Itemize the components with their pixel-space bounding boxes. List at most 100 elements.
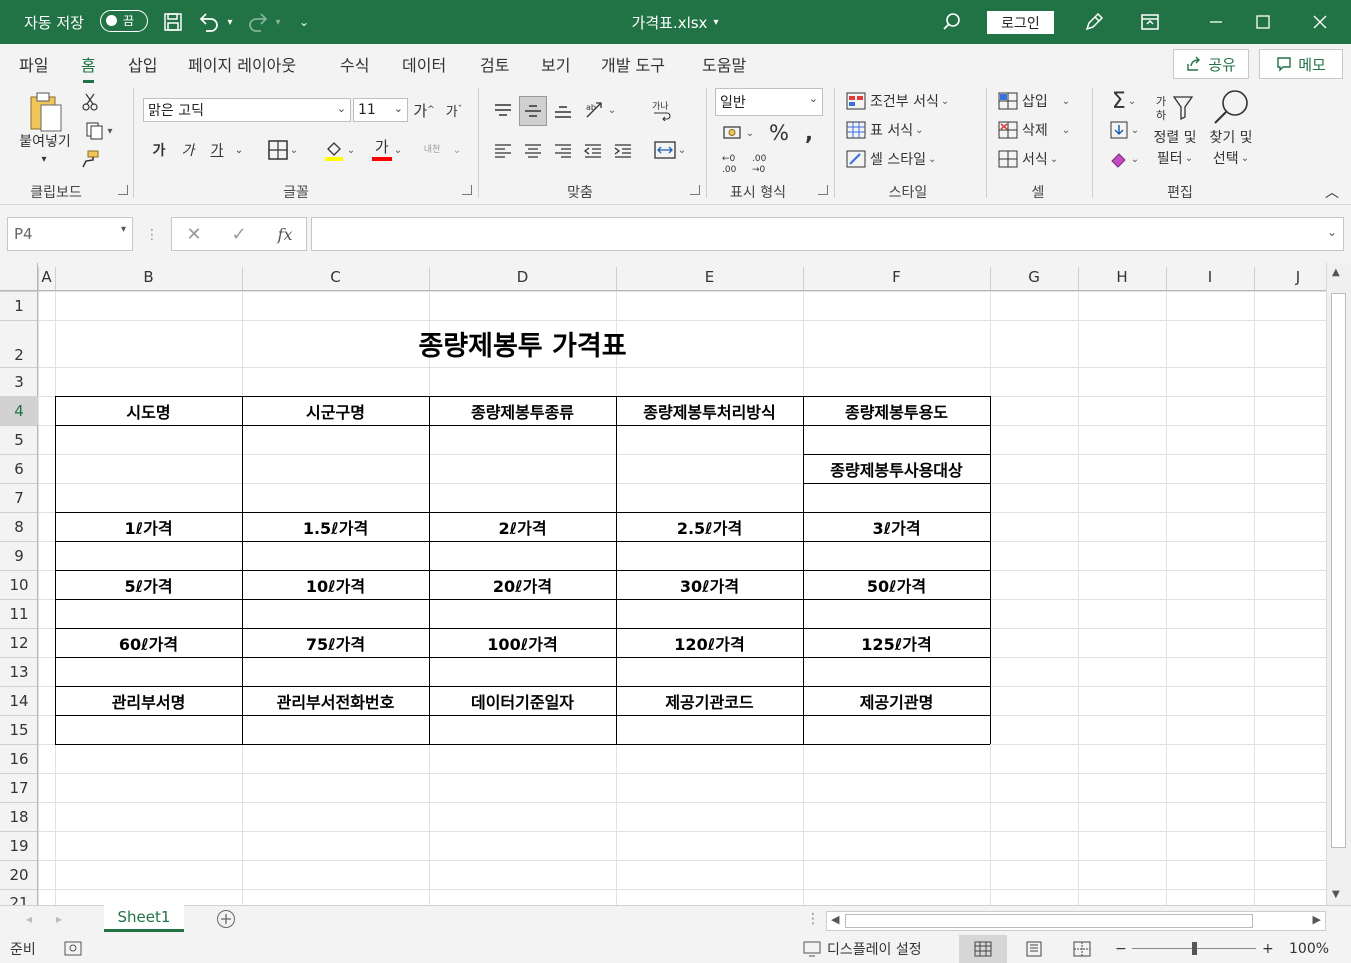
tab-page-layout[interactable]: 페이지 레이아웃	[188, 52, 296, 76]
search-icon[interactable]	[938, 8, 966, 36]
name-box[interactable]: P4 ▾	[7, 217, 133, 251]
format-as-table-button[interactable]: 표 서식 ⌄	[845, 117, 945, 143]
underline-button[interactable]: 가	[206, 138, 228, 162]
accounting-format-icon[interactable]: ⌄	[717, 120, 759, 146]
login-button[interactable]: 로그인	[987, 11, 1054, 34]
find-select-label[interactable]: 찾기 및	[1203, 128, 1259, 146]
price-header-cell[interactable]: 30ℓ가격	[616, 570, 803, 599]
row-header[interactable]: 18	[0, 802, 38, 831]
sheet-title[interactable]: 종량제봉투 가격표	[55, 320, 990, 367]
sort-filter-label-2[interactable]: 필터 ⌄	[1148, 148, 1202, 168]
price-header-cell[interactable]: 50ℓ가격	[803, 570, 990, 599]
zoom-in-icon[interactable]: +	[1262, 935, 1274, 963]
column-header[interactable]: B	[55, 263, 242, 290]
align-bottom-icon[interactable]	[550, 98, 576, 124]
add-sheet-icon[interactable]	[216, 906, 236, 932]
price-header-cell[interactable]: 3ℓ가격	[803, 512, 990, 541]
row-header[interactable]: 15	[0, 715, 38, 744]
sheet-tab-sheet1[interactable]: Sheet1	[104, 905, 184, 932]
tab-formulas[interactable]: 수식	[340, 52, 369, 76]
number-launcher-icon[interactable]	[818, 185, 828, 195]
bold-button[interactable]: 가	[148, 138, 170, 162]
tab-view[interactable]: 보기	[541, 52, 570, 76]
scroll-thumb[interactable]	[845, 914, 1253, 928]
page-break-view-icon[interactable]	[1060, 935, 1104, 963]
price-header-cell[interactable]: 75ℓ가격	[242, 628, 429, 657]
document-title[interactable]: 가격표.xlsx ▾	[560, 0, 790, 44]
borders-icon[interactable]: ⌄	[260, 136, 306, 164]
row-header[interactable]: 21	[0, 889, 38, 905]
align-left-icon[interactable]	[490, 138, 516, 164]
column-header[interactable]: A	[38, 263, 55, 290]
decrease-indent-icon[interactable]	[580, 138, 606, 164]
row-header[interactable]: 17	[0, 773, 38, 802]
paste-icon[interactable]	[22, 90, 68, 134]
fill-icon[interactable]: ⌄	[1104, 117, 1144, 143]
row-header[interactable]: 3	[0, 367, 38, 396]
tab-review[interactable]: 검토	[480, 52, 509, 76]
tab-insert[interactable]: 삽입	[128, 52, 157, 76]
tab-file[interactable]: 파일	[19, 52, 48, 76]
zoom-slider-thumb[interactable]	[1192, 942, 1197, 955]
font-name-select[interactable]: 맑은 고딕 ⌄	[143, 98, 351, 122]
row-header[interactable]: 10	[0, 570, 38, 599]
autosave-toggle[interactable]: 끔	[100, 10, 148, 32]
cut-icon[interactable]	[78, 91, 102, 113]
table-header-cell[interactable]: 종량제봉투용도	[803, 396, 990, 425]
close-icon[interactable]	[1297, 0, 1343, 44]
decrease-font-icon[interactable]: 가ˇ	[442, 98, 466, 122]
row-header[interactable]: 13	[0, 657, 38, 686]
row-header[interactable]: 7	[0, 483, 38, 512]
price-header-cell[interactable]: 2.5ℓ가격	[616, 512, 803, 541]
cancel-entry-icon[interactable]: ✕	[182, 222, 206, 246]
increase-font-icon[interactable]: 가 ^	[412, 98, 436, 122]
comma-style-icon[interactable]: ,	[797, 120, 821, 146]
increase-indent-icon[interactable]	[610, 138, 636, 164]
column-header[interactable]: F	[803, 263, 990, 290]
share-button[interactable]: 공유	[1173, 49, 1249, 79]
price-header-cell[interactable]: 100ℓ가격	[429, 628, 616, 657]
price-header-cell[interactable]: 2ℓ가격	[429, 512, 616, 541]
price-header-cell[interactable]: 125ℓ가격	[803, 628, 990, 657]
row-header-selected[interactable]: 4	[0, 396, 38, 425]
phonetic-dropdown-icon[interactable]: ⌄	[449, 136, 465, 164]
footer-header-cell[interactable]: 관리부서명	[55, 686, 242, 715]
prev-sheet-icon[interactable]: ◂	[26, 906, 32, 932]
price-header-cell[interactable]: 10ℓ가격	[242, 570, 429, 599]
delete-cells-button[interactable]: 삭제 ⌄	[997, 117, 1077, 143]
scroll-up-icon[interactable]: ▲	[1332, 267, 1340, 278]
column-header[interactable]: G	[990, 263, 1078, 290]
align-center-icon[interactable]	[520, 138, 546, 164]
table-header-cell[interactable]: 종량제봉투사용대상	[803, 454, 990, 483]
paste-dropdown-icon[interactable]: ▾	[36, 152, 52, 166]
decrease-decimal-icon[interactable]: .00 →0	[748, 150, 774, 176]
clear-icon[interactable]: ⌄	[1104, 146, 1144, 172]
footer-header-cell[interactable]: 데이터기준일자	[429, 686, 616, 715]
sort-filter-label[interactable]: 정렬 및	[1148, 128, 1202, 146]
alignment-launcher-icon[interactable]	[690, 185, 700, 195]
cell-styles-button[interactable]: 셀 스타일 ⌄	[845, 146, 955, 172]
font-color-icon[interactable]: 가 ⌄	[366, 136, 408, 164]
row-header[interactable]: 6	[0, 454, 38, 483]
tab-home[interactable]: 홈	[81, 52, 96, 83]
zoom-level[interactable]: 100%	[1289, 935, 1329, 963]
conditional-formatting-button[interactable]: 조건부 서식 ⌄	[845, 88, 965, 114]
row-header[interactable]: 11	[0, 599, 38, 628]
scroll-thumb[interactable]	[1331, 293, 1346, 848]
save-icon[interactable]	[159, 8, 187, 36]
sort-filter-icon[interactable]: 가하	[1152, 90, 1198, 126]
collapse-ribbon-icon[interactable]: ︿	[1322, 184, 1342, 201]
comments-button[interactable]: 메모	[1259, 49, 1343, 79]
customize-toolbar-icon[interactable]: ⌄	[290, 8, 318, 36]
find-select-label-2[interactable]: 선택 ⌄	[1203, 148, 1259, 168]
zoom-slider[interactable]	[1132, 935, 1256, 963]
price-header-cell[interactable]: 5ℓ가격	[55, 570, 242, 599]
minimize-icon[interactable]	[1193, 0, 1239, 44]
undo-dropdown-icon[interactable]: ▾	[222, 8, 238, 36]
vertical-scrollbar[interactable]: ▲ ▼	[1326, 263, 1351, 905]
font-launcher-icon[interactable]	[462, 185, 472, 195]
row-header[interactable]: 1	[0, 291, 38, 320]
tab-help[interactable]: 도움말	[702, 52, 746, 76]
price-header-cell[interactable]: 120ℓ가격	[616, 628, 803, 657]
row-header[interactable]: 2	[0, 320, 38, 367]
